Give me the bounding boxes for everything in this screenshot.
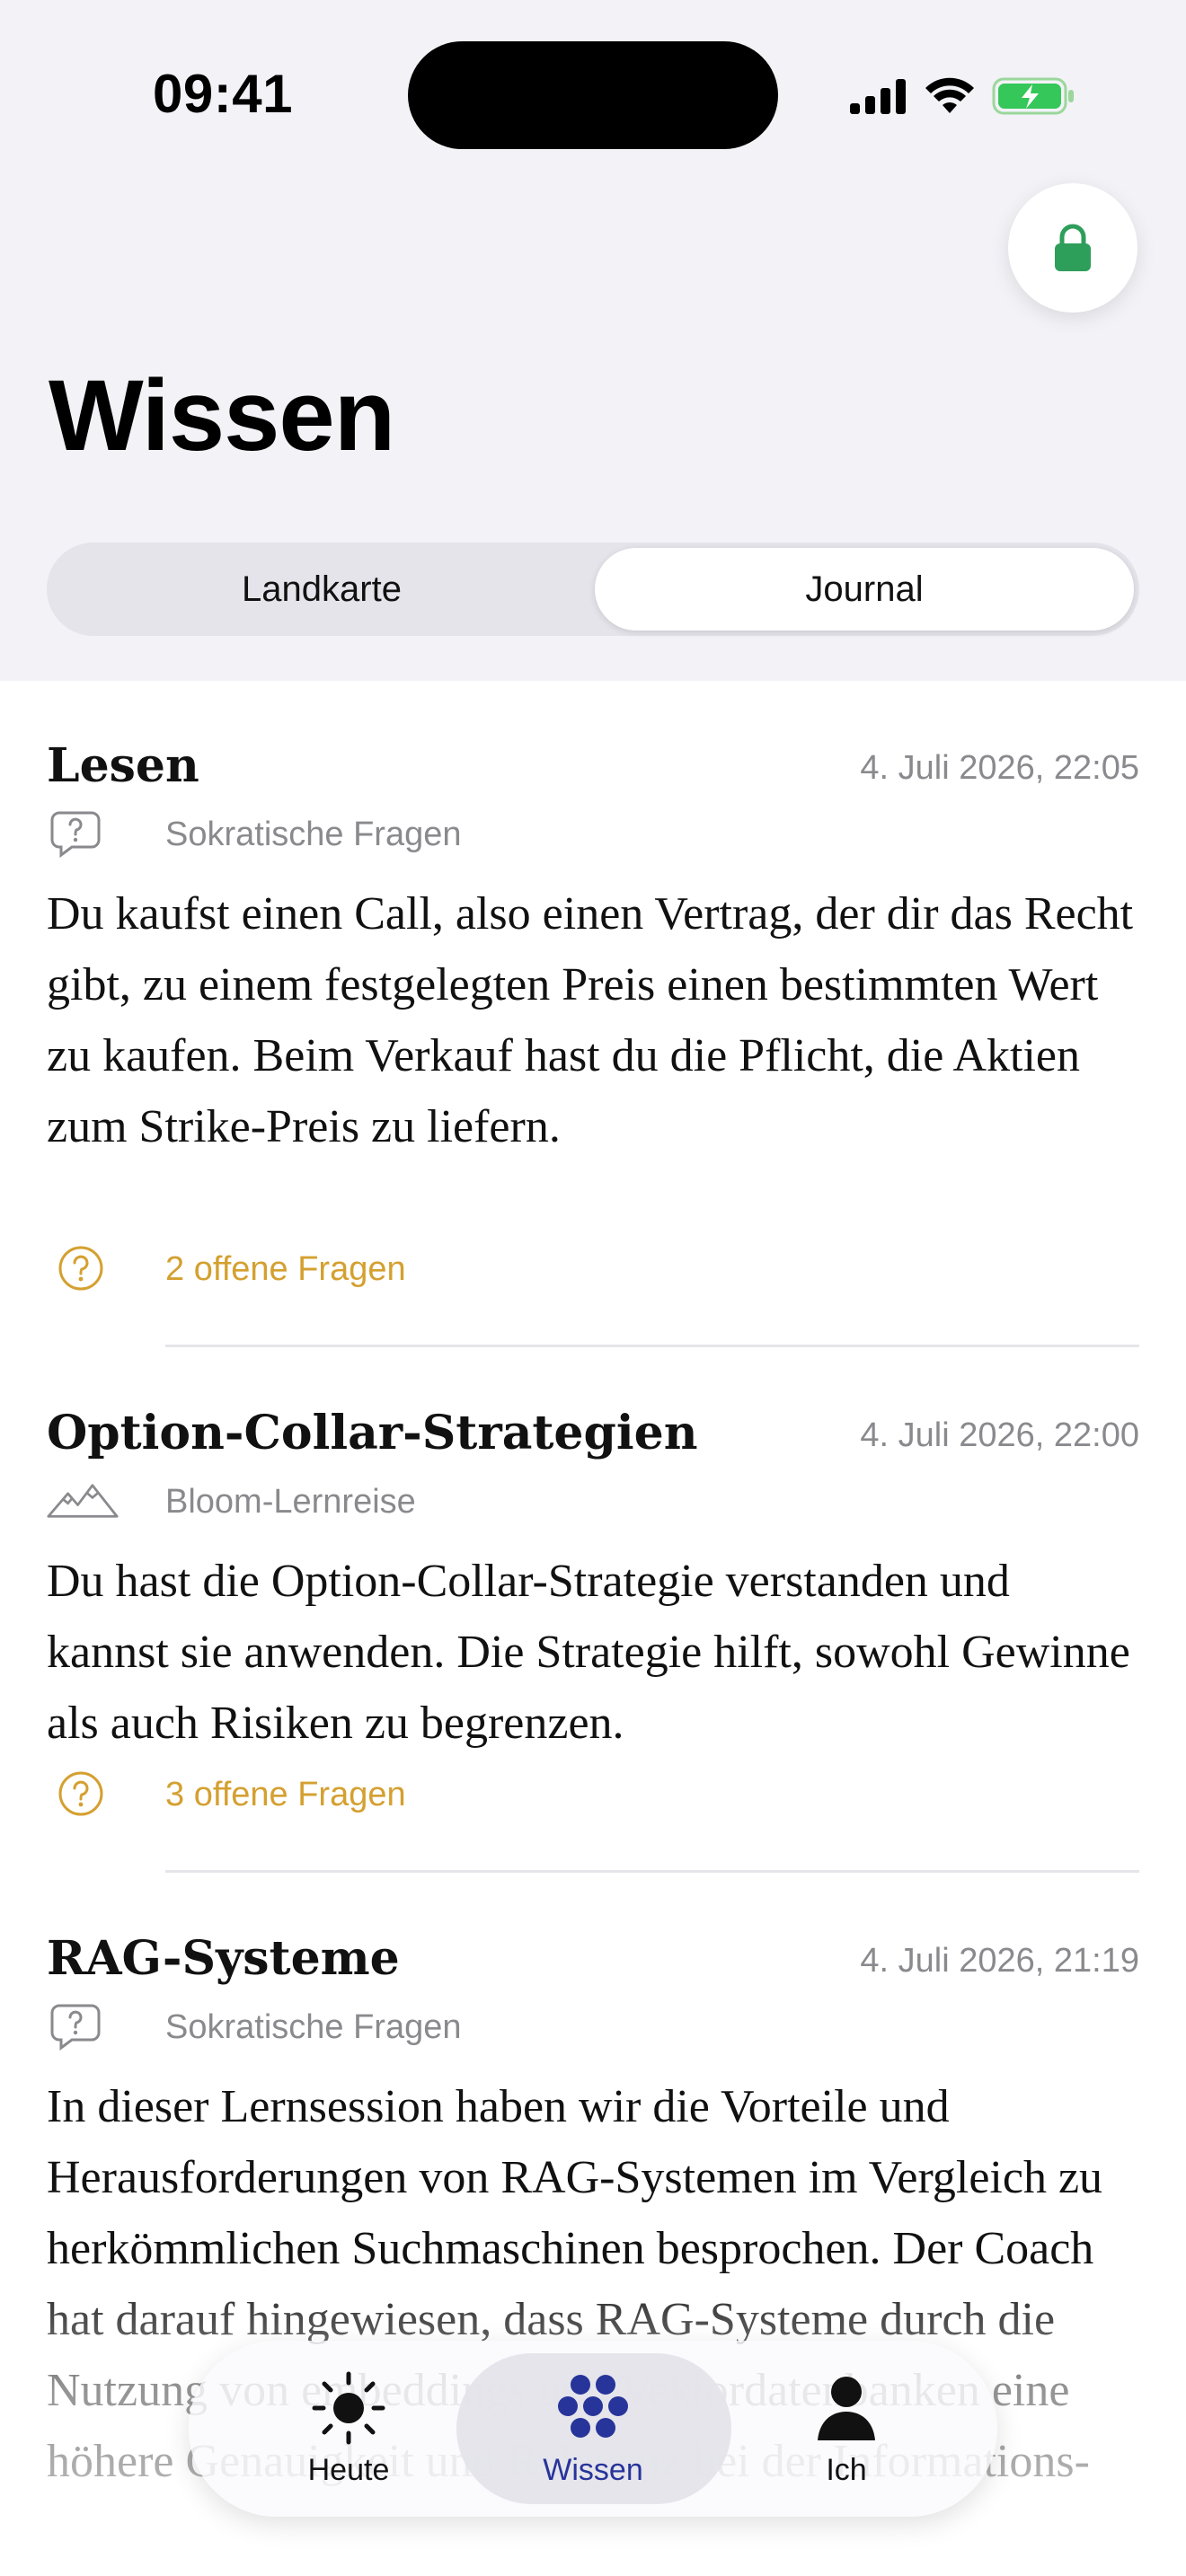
- battery-charging-icon: [992, 77, 1074, 115]
- entry-type: Sokratische Fragen: [47, 1999, 676, 2053]
- person-icon: [809, 2370, 884, 2446]
- entry-title: Lesen: [47, 738, 199, 793]
- tab-label: Heute: [307, 2452, 390, 2487]
- open-questions[interactable]: 3 offene Fragen: [47, 1767, 676, 1821]
- tab-heute[interactable]: Heute: [241, 2341, 456, 2517]
- journal-entry[interactable]: Option-Collar-Strategien 4. Juli 2026, 2…: [47, 1406, 1139, 1828]
- app-screen: 09:41 Wissen Landkarte Journal Lesen 4. …: [0, 0, 1186, 2576]
- entry-type: Bloom-Lernreise: [47, 1474, 676, 1528]
- entry-title: Option-Collar-Strategien: [47, 1406, 698, 1460]
- page-title: Wissen: [49, 359, 395, 472]
- tab-wissen[interactable]: Wissen: [485, 2341, 701, 2517]
- dynamic-island: [408, 41, 778, 149]
- wifi-icon: [925, 77, 974, 113]
- question-circle-icon: [58, 1246, 103, 1291]
- entry-summary: Du kaufst einen Call, also einen Vertrag…: [47, 888, 1134, 1152]
- entry-date: 4. Juli 2026, 22:05: [860, 749, 1139, 787]
- entry-type-label: Bloom-Lernreise: [165, 1483, 416, 1521]
- entry-divider: [165, 1870, 1139, 1873]
- question-circle-icon: [58, 1771, 103, 1816]
- question-bubble-icon: [47, 1999, 119, 2053]
- question-bubble-icon: [47, 807, 119, 860]
- cellular-signal-icon: [850, 79, 906, 114]
- entry-date: 4. Juli 2026, 21:19: [860, 1942, 1139, 1980]
- segment-journal[interactable]: Journal: [595, 548, 1134, 631]
- tab-bar: Heute Wissen Ich: [189, 2341, 997, 2517]
- status-icons: [850, 74, 1076, 119]
- tab-label: Ich: [826, 2452, 867, 2487]
- journal-entry[interactable]: Lesen 4. Juli 2026, 22:05 Sokratische Fr…: [47, 738, 1139, 1295]
- sun-icon: [311, 2370, 386, 2446]
- segment-landkarte[interactable]: Landkarte: [52, 548, 591, 631]
- tab-ich[interactable]: Ich: [739, 2341, 954, 2517]
- lock-button[interactable]: [1008, 183, 1137, 313]
- entry-type: Sokratische Fragen: [47, 807, 676, 860]
- entry-title: RAG-Systeme: [47, 1931, 400, 1986]
- grape-cluster-icon: [555, 2370, 631, 2446]
- tab-label: Wissen: [543, 2452, 643, 2487]
- entry-type-label: Sokratische Fragen: [165, 2008, 462, 2046]
- open-questions-label: 2 offene Fragen: [165, 1250, 406, 1288]
- entry-summary: Du hast die Option-Collar-Strategie vers…: [47, 1556, 1130, 1749]
- entry-date: 4. Juli 2026, 22:00: [860, 1416, 1139, 1454]
- view-segmented-control: Landkarte Journal: [47, 543, 1139, 636]
- entry-divider: [165, 1345, 1139, 1347]
- lock-icon: [1055, 224, 1091, 271]
- entry-type-label: Sokratische Fragen: [165, 816, 462, 853]
- open-questions-label: 3 offene Fragen: [165, 1776, 406, 1813]
- mountains-icon: [47, 1474, 119, 1528]
- open-questions[interactable]: 2 offene Fragen: [47, 1241, 676, 1295]
- status-time: 09:41: [153, 64, 293, 124]
